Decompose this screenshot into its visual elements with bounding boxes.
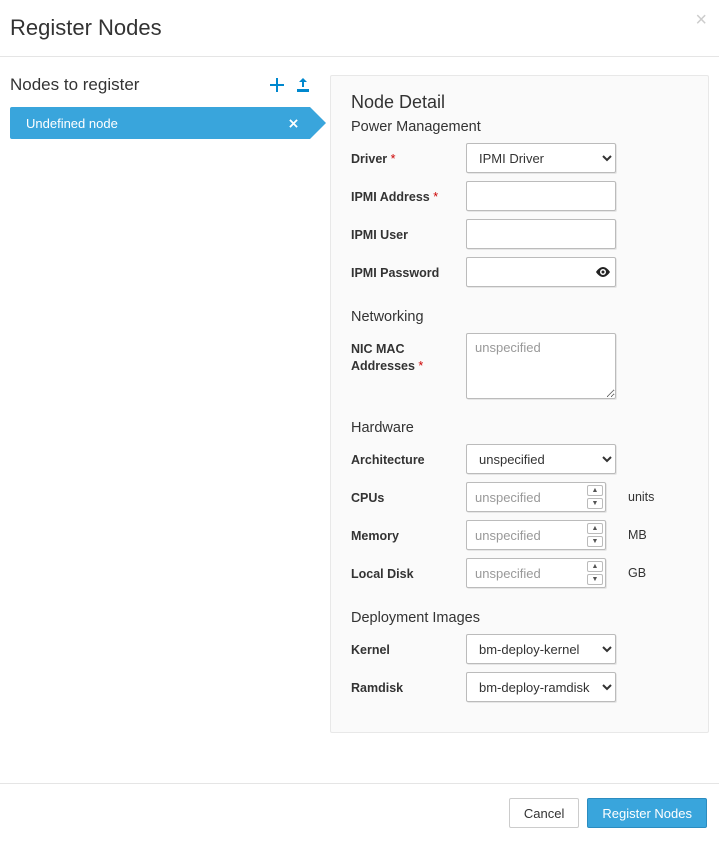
chevron-down-icon[interactable]: ▼: [587, 574, 603, 585]
chevron-up-icon[interactable]: ▲: [587, 485, 603, 496]
label-driver: Driver *: [351, 143, 466, 168]
local-disk-input[interactable]: [466, 558, 606, 588]
ipmi-address-input[interactable]: [466, 181, 616, 211]
modal-body: Nodes to register Undefined node Node De…: [0, 57, 719, 753]
chevron-up-icon[interactable]: ▲: [587, 561, 603, 572]
memory-spinner: ▲ ▼: [587, 523, 603, 547]
kernel-select[interactable]: bm-deploy-kernel: [466, 634, 616, 664]
nodes-list-header: Nodes to register: [10, 75, 310, 95]
section-title-power: Power Management: [351, 119, 688, 135]
local-disk-spinner: ▲ ▼: [587, 561, 603, 585]
section-title-deployment: Deployment Images: [351, 610, 688, 626]
nic-mac-textarea[interactable]: [466, 333, 616, 399]
label-cpus: CPUs: [351, 482, 466, 507]
node-list-item[interactable]: Undefined node: [10, 107, 310, 139]
section-power-management: Power Management Driver * IPMI Driver IP…: [351, 119, 688, 291]
cancel-button[interactable]: Cancel: [509, 798, 579, 828]
label-kernel: Kernel: [351, 634, 466, 659]
upload-icon[interactable]: [296, 78, 310, 92]
local-disk-suffix: GB: [606, 558, 646, 580]
nodes-list-title: Nodes to register: [10, 75, 139, 95]
label-ipmi-password: IPMI Password: [351, 257, 466, 282]
register-nodes-button[interactable]: Register Nodes: [587, 798, 707, 828]
memory-input[interactable]: [466, 520, 606, 550]
section-title-hardware: Hardware: [351, 420, 688, 436]
label-architecture: Architecture: [351, 444, 466, 469]
architecture-select[interactable]: unspecified: [466, 444, 616, 474]
chevron-down-icon[interactable]: ▼: [587, 498, 603, 509]
label-ramdisk: Ramdisk: [351, 672, 466, 697]
label-ipmi-user: IPMI User: [351, 219, 466, 244]
driver-select[interactable]: IPMI Driver: [466, 143, 616, 173]
node-detail-title: Node Detail: [351, 92, 688, 113]
add-node-icon[interactable]: [270, 78, 284, 92]
node-detail-panel: Node Detail Power Management Driver * IP…: [330, 75, 709, 733]
ramdisk-select[interactable]: bm-deploy-ramdisk: [466, 672, 616, 702]
modal-header: Register Nodes ×: [0, 0, 719, 57]
ipmi-user-input[interactable]: [466, 219, 616, 249]
ipmi-password-input[interactable]: [466, 257, 616, 287]
cpus-input[interactable]: [466, 482, 606, 512]
label-local-disk: Local Disk: [351, 558, 466, 583]
modal-footer: Cancel Register Nodes: [0, 783, 719, 842]
eye-icon[interactable]: [596, 267, 610, 277]
nodes-list-actions: [270, 78, 310, 92]
section-hardware: Hardware Architecture unspecified CPUs ▲…: [351, 420, 688, 592]
section-title-networking: Networking: [351, 309, 688, 325]
cpus-suffix: units: [606, 482, 654, 504]
remove-node-icon[interactable]: [289, 119, 298, 128]
chevron-down-icon[interactable]: ▼: [587, 536, 603, 547]
section-deployment: Deployment Images Kernel bm-deploy-kerne…: [351, 610, 688, 706]
label-memory: Memory: [351, 520, 466, 545]
modal-title: Register Nodes: [10, 15, 704, 41]
section-networking: Networking NIC MAC Addresses *: [351, 309, 688, 402]
memory-suffix: MB: [606, 520, 647, 542]
label-ipmi-address: IPMI Address *: [351, 181, 466, 206]
close-icon[interactable]: ×: [695, 10, 707, 30]
nodes-list-panel: Nodes to register Undefined node: [10, 75, 310, 139]
chevron-up-icon[interactable]: ▲: [587, 523, 603, 534]
node-list-item-label: Undefined node: [26, 116, 118, 131]
cpus-spinner: ▲ ▼: [587, 485, 603, 509]
label-nic-mac: NIC MAC Addresses *: [351, 333, 466, 375]
